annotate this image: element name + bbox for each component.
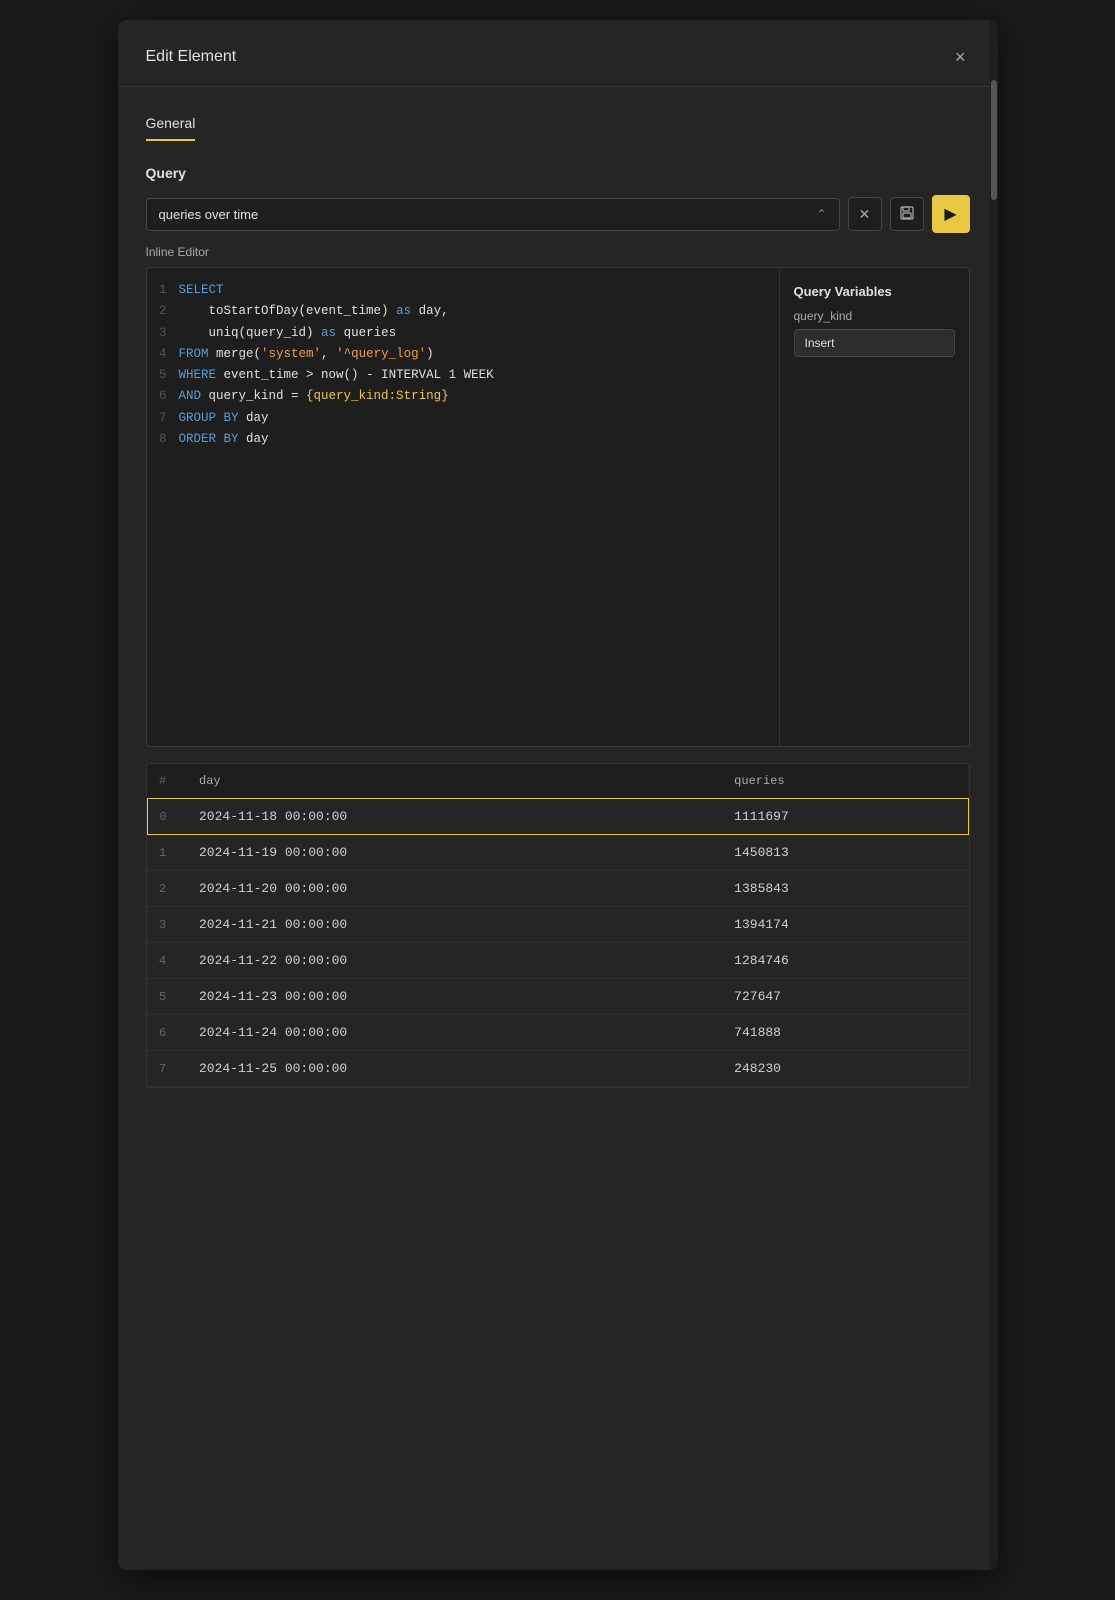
- cell-queries: 1284746: [722, 943, 968, 979]
- table-body: 0 2024-11-18 00:00:00 1111697 1 2024-11-…: [147, 799, 968, 1087]
- line-number: 3: [147, 323, 179, 344]
- table-row[interactable]: 3 2024-11-21 00:00:00 1394174: [147, 907, 968, 943]
- cell-queries: 1111697: [722, 799, 968, 835]
- line-number: 4: [147, 344, 179, 365]
- code-line-7: 7 GROUP BY day: [147, 408, 779, 429]
- table-row[interactable]: 7 2024-11-25 00:00:00 248230: [147, 1051, 968, 1087]
- cell-day: 2024-11-23 00:00:00: [187, 979, 722, 1015]
- query-variable-name: query_kind: [794, 309, 955, 323]
- code-line-3: 3 uniq(query_id) as queries: [147, 323, 779, 344]
- table-row[interactable]: 6 2024-11-24 00:00:00 741888: [147, 1015, 968, 1051]
- edit-element-modal: Edit Element × General Query queries ove…: [118, 20, 998, 1570]
- cell-day: 2024-11-22 00:00:00: [187, 943, 722, 979]
- cell-queries: 1385843: [722, 871, 968, 907]
- modal-body: General Query queries over time ⌃ ✕: [118, 87, 998, 1108]
- cell-index: 6: [147, 1015, 187, 1051]
- code-line-4: 4 FROM merge('system', '^query_log'): [147, 344, 779, 365]
- cell-queries: 1394174: [722, 907, 968, 943]
- line-number: 7: [147, 408, 179, 429]
- table-row[interactable]: 1 2024-11-19 00:00:00 1450813: [147, 835, 968, 871]
- save-query-button[interactable]: [890, 197, 924, 231]
- cell-index: 5: [147, 979, 187, 1015]
- x-icon: ✕: [859, 206, 871, 223]
- line-number: 6: [147, 386, 179, 407]
- table-row[interactable]: 0 2024-11-18 00:00:00 1111697: [147, 799, 968, 835]
- tab-general[interactable]: General: [146, 107, 196, 141]
- cell-queries: 727647: [722, 979, 968, 1015]
- run-query-button[interactable]: ▶: [932, 195, 970, 233]
- query-selector-row: queries over time ⌃ ✕ ▶: [146, 195, 970, 233]
- cell-day: 2024-11-18 00:00:00: [187, 799, 722, 835]
- table-header-row: # day queries: [147, 764, 968, 799]
- code-area: 1 SELECT 2 toStartOfDay(event_time) as d…: [147, 268, 779, 746]
- query-variable-value[interactable]: Insert: [794, 329, 955, 357]
- cell-queries: 248230: [722, 1051, 968, 1087]
- query-variables-panel: Query Variables query_kind Insert: [779, 268, 969, 746]
- cell-index: 2: [147, 871, 187, 907]
- cell-day: 2024-11-24 00:00:00: [187, 1015, 722, 1051]
- code-line-6: 6 AND query_kind = {query_kind:String}: [147, 386, 779, 407]
- tabs: General: [146, 107, 970, 141]
- results-table-wrapper: # day queries 0 2024-11-18 00:00:00 1111…: [146, 763, 970, 1088]
- table-row[interactable]: 2 2024-11-20 00:00:00 1385843: [147, 871, 968, 907]
- cell-index: 3: [147, 907, 187, 943]
- save-icon: [900, 206, 914, 223]
- code-editor[interactable]: 1 SELECT 2 toStartOfDay(event_time) as d…: [146, 267, 970, 747]
- col-header-index: #: [147, 764, 187, 799]
- cell-day: 2024-11-19 00:00:00: [187, 835, 722, 871]
- code-line-5: 5 WHERE event_time > now() - INTERVAL 1 …: [147, 365, 779, 386]
- cell-index: 0: [147, 799, 187, 835]
- close-button[interactable]: ×: [951, 44, 970, 70]
- inline-editor-label: Inline Editor: [146, 245, 970, 259]
- cell-day: 2024-11-20 00:00:00: [187, 871, 722, 907]
- cell-queries: 741888: [722, 1015, 968, 1051]
- code-line-8: 8 ORDER BY day: [147, 429, 779, 450]
- cell-day: 2024-11-21 00:00:00: [187, 907, 722, 943]
- results-table: # day queries 0 2024-11-18 00:00:00 1111…: [147, 764, 969, 1087]
- table-header: # day queries: [147, 764, 968, 799]
- code-line-1: 1 SELECT: [147, 280, 779, 301]
- cell-index: 4: [147, 943, 187, 979]
- query-section: Query queries over time ⌃ ✕: [146, 165, 970, 1088]
- modal-title: Edit Element: [146, 48, 237, 66]
- line-number: 8: [147, 429, 179, 450]
- chevron-down-icon: ⌃: [816, 207, 826, 221]
- code-line-2: 2 toStartOfDay(event_time) as day,: [147, 301, 779, 322]
- query-selector[interactable]: queries over time ⌃: [146, 198, 840, 231]
- cell-index: 1: [147, 835, 187, 871]
- line-number: 1: [147, 280, 179, 301]
- col-header-queries: queries: [722, 764, 968, 799]
- cell-index: 7: [147, 1051, 187, 1087]
- col-header-day: day: [187, 764, 722, 799]
- query-variables-title: Query Variables: [794, 284, 955, 299]
- modal-header: Edit Element ×: [118, 20, 998, 87]
- line-number: 5: [147, 365, 179, 386]
- table-row[interactable]: 5 2024-11-23 00:00:00 727647: [147, 979, 968, 1015]
- clear-query-button[interactable]: ✕: [848, 197, 882, 231]
- table-row[interactable]: 4 2024-11-22 00:00:00 1284746: [147, 943, 968, 979]
- line-number: 2: [147, 301, 179, 322]
- cell-day: 2024-11-25 00:00:00: [187, 1051, 722, 1087]
- cell-queries: 1450813: [722, 835, 968, 871]
- query-section-title: Query: [146, 165, 970, 181]
- query-select-text: queries over time: [159, 207, 817, 222]
